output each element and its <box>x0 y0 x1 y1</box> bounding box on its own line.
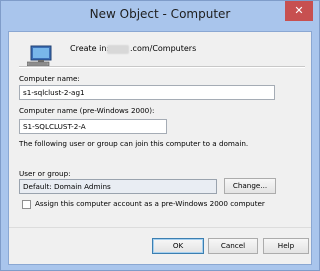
window-title: New Object - Computer <box>89 7 231 21</box>
button-bar: OK Cancel Help <box>9 227 311 264</box>
pre2000-name-label: Computer name (pre-Windows 2000): <box>19 106 155 115</box>
pre2000-name-input[interactable]: S1-SQLCLUST-2-A <box>19 119 167 134</box>
computer-name-input[interactable]: s1-sqlclust-2-ag1 <box>19 85 275 100</box>
computer-name-label: Computer name: <box>19 74 80 83</box>
assign-pre2000-checkbox[interactable] <box>22 200 31 209</box>
help-button[interactable]: Help <box>263 238 309 254</box>
change-button[interactable]: Change... <box>224 178 276 194</box>
assign-pre2000-label[interactable]: Assign this computer account as a pre-Wi… <box>35 199 265 208</box>
dialog-body: Create in: .com/Computers Computer name:… <box>8 31 312 265</box>
create-in-label: Create in: <box>70 44 110 53</box>
user-group-label: User or group: <box>19 169 71 178</box>
dialog-window: New Object - Computer ✕ Create in: .com/… <box>0 0 320 271</box>
user-group-field: Default: Domain Admins <box>19 179 217 194</box>
cancel-button[interactable]: Cancel <box>208 238 258 254</box>
create-in-path: .com/Computers <box>130 44 197 53</box>
join-info-text: The following user or group can join thi… <box>19 139 249 148</box>
divider <box>19 66 305 68</box>
close-button[interactable]: ✕ <box>285 1 313 21</box>
ok-button[interactable]: OK <box>152 238 204 254</box>
title-bar[interactable]: New Object - Computer ✕ <box>1 1 319 31</box>
redacted-domain <box>107 45 129 54</box>
computer-icon <box>27 45 52 67</box>
